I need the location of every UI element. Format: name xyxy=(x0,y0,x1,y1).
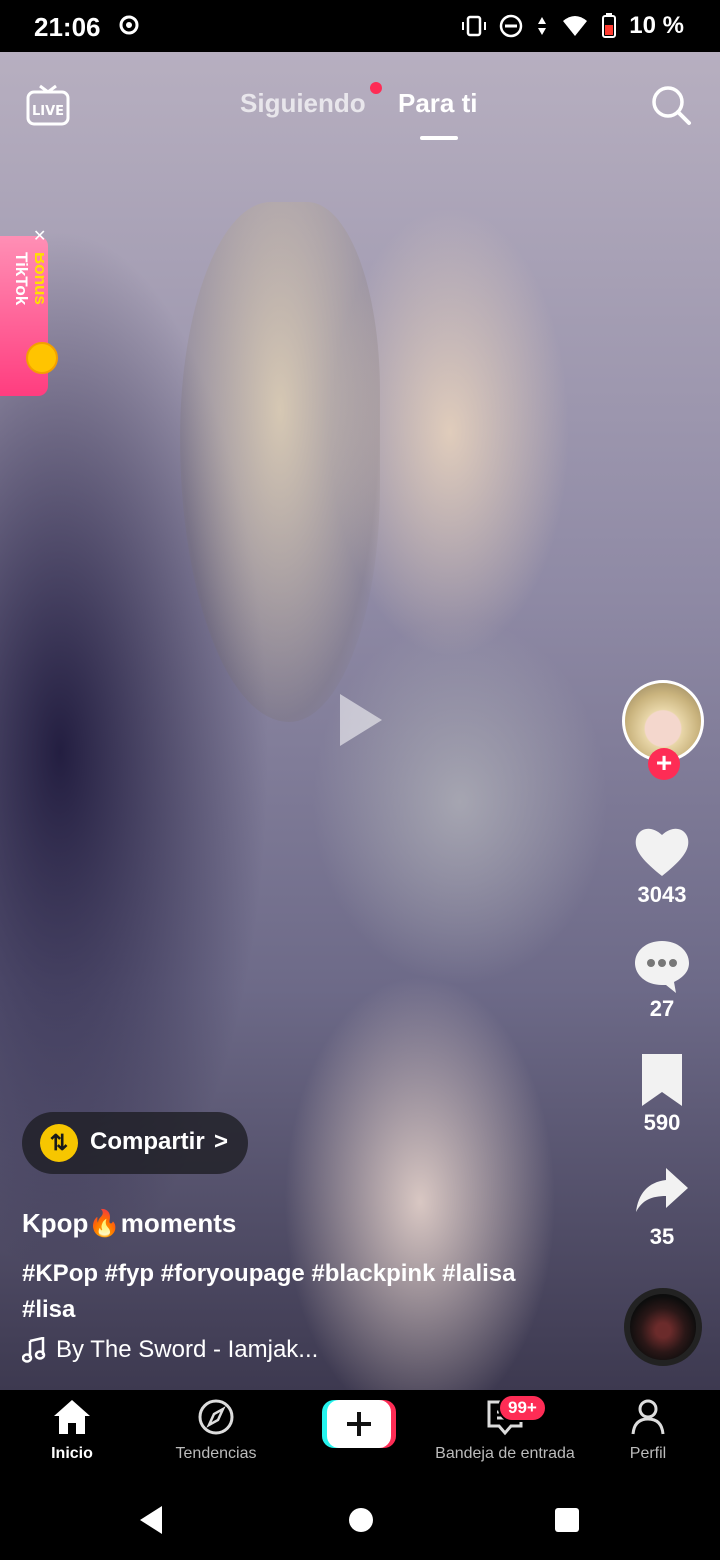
status-time: 21:06 xyxy=(34,12,101,42)
bonus-line1: TikTok xyxy=(12,252,31,306)
back-icon[interactable] xyxy=(136,1504,166,1536)
live-label: LIVE xyxy=(32,104,64,119)
inbox-badge: 99+ xyxy=(498,1394,547,1422)
status-bar: 21:06 10 % xyxy=(0,0,720,52)
battery-low-icon xyxy=(602,13,617,38)
tab-active-indicator xyxy=(420,136,458,140)
follow-plus-icon[interactable]: + xyxy=(648,748,680,780)
bookmark-icon[interactable] xyxy=(632,1052,692,1108)
play-icon[interactable] xyxy=(336,690,386,750)
repost-icon: ⇅ xyxy=(40,1124,78,1162)
wifi-icon xyxy=(563,16,588,36)
compass-icon xyxy=(198,1399,234,1435)
music-disc-icon[interactable] xyxy=(624,1288,702,1366)
comment-icon[interactable] xyxy=(632,938,692,994)
music-note-icon xyxy=(22,1337,46,1363)
status-right: 10 % xyxy=(461,12,684,40)
tab-for-you[interactable]: Para ti xyxy=(398,88,478,119)
music-title: By The Sword - Iamjak... xyxy=(56,1336,319,1363)
bonus-close-icon[interactable]: ✕ xyxy=(33,226,46,246)
nav-home[interactable]: Inicio xyxy=(32,1398,112,1463)
share-arrow-icon[interactable] xyxy=(632,1164,692,1220)
nav-home-label: Inicio xyxy=(51,1445,93,1462)
system-nav-bar xyxy=(0,1480,720,1560)
do-not-disturb-icon xyxy=(500,14,523,38)
search-icon[interactable] xyxy=(650,84,692,126)
heart-icon[interactable] xyxy=(632,824,692,880)
nav-profile-label: Perfil xyxy=(629,1445,667,1462)
bonus-line2: Bonus xyxy=(31,252,44,305)
recents-icon[interactable] xyxy=(553,1506,581,1534)
chevron-right-icon: > xyxy=(214,1128,229,1155)
nav-trends-label: Tendencias xyxy=(175,1445,257,1462)
like-count: 3043 xyxy=(637,882,687,907)
home-circle-icon[interactable] xyxy=(347,1506,375,1534)
comment-count: 27 xyxy=(649,996,675,1021)
vibrate-icon xyxy=(462,15,487,37)
tab-following-dot xyxy=(370,82,382,94)
create-button[interactable] xyxy=(322,1400,396,1448)
author-suffix: moments xyxy=(120,1208,237,1238)
share-count: 35 xyxy=(649,1224,675,1249)
home-icon xyxy=(54,1400,90,1434)
tab-following[interactable]: Siguiendo xyxy=(240,88,366,119)
share-label[interactable]: Compartir xyxy=(90,1128,205,1156)
nav-profile[interactable]: Perfil xyxy=(614,1398,682,1463)
video-frame-detail xyxy=(180,202,380,722)
profile-icon xyxy=(631,1399,665,1435)
save-count: 590 xyxy=(643,1110,681,1135)
nav-trends[interactable]: Tendencias xyxy=(164,1398,268,1463)
author-name[interactable]: Kpop🔥moments xyxy=(22,1208,236,1239)
notification-icon xyxy=(119,15,139,35)
coin-icon xyxy=(26,342,58,374)
fire-emoji: 🔥 xyxy=(88,1208,121,1238)
battery-percentage: 10 % xyxy=(629,12,684,39)
video-caption[interactable]: #KPop #fyp #foryoupage #blackpink #lalis… xyxy=(22,1256,542,1328)
data-arrows-icon xyxy=(538,17,547,35)
author-prefix: Kpop xyxy=(22,1208,89,1238)
music-info[interactable]: By The Sword - Iamjak... xyxy=(22,1336,318,1364)
live-icon[interactable]: LIVE xyxy=(26,84,70,126)
nav-inbox-label: Bandeja de entrada xyxy=(435,1445,575,1462)
